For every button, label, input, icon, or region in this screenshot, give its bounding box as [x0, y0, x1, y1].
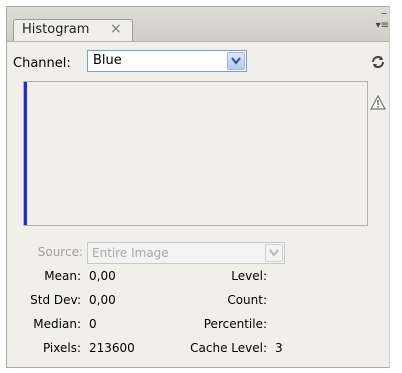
cache-level-label: Cache Level:	[190, 341, 267, 355]
mean-label: Mean:	[44, 269, 81, 283]
level-label: Level:	[231, 269, 267, 283]
source-dropdown[interactable]: Entire Image	[87, 242, 285, 264]
count-label: Count:	[227, 293, 267, 307]
chevron-down-icon[interactable]	[227, 52, 245, 70]
tab-label: Histogram	[22, 22, 90, 37]
pixels-label: Pixels:	[42, 341, 81, 355]
panel-header: Histogram × – ▾≡	[7, 7, 389, 42]
channel-dropdown[interactable]: Blue	[87, 50, 247, 72]
median-value: 0	[89, 317, 97, 331]
percentile-label: Percentile:	[203, 317, 267, 331]
warning-icon[interactable]	[370, 95, 386, 111]
source-label: Source:	[37, 245, 83, 259]
stddev-label: Std Dev:	[30, 293, 81, 307]
tab-close-icon[interactable]: ×	[110, 21, 122, 37]
histogram-graph	[23, 81, 368, 226]
median-label: Median:	[33, 317, 81, 331]
pixels-value: 213600	[89, 341, 135, 355]
mean-value: 0,00	[89, 269, 116, 283]
stddev-value: 0,00	[89, 293, 116, 307]
cache-level-value: 3	[275, 341, 283, 355]
histogram-panel: Histogram × – ▾≡ Channel: Blue Source: E…	[6, 6, 390, 368]
panel-menu-icon[interactable]: ▾≡	[376, 21, 389, 31]
minimize-icon[interactable]: –	[381, 7, 387, 19]
tab-histogram[interactable]: Histogram ×	[13, 19, 133, 41]
channel-label: Channel:	[13, 56, 71, 71]
refresh-icon[interactable]	[370, 54, 386, 70]
chevron-down-icon[interactable]	[265, 244, 283, 262]
source-value: Entire Image	[92, 246, 169, 260]
channel-value: Blue	[93, 53, 122, 68]
channel-indicator-line	[24, 82, 27, 225]
